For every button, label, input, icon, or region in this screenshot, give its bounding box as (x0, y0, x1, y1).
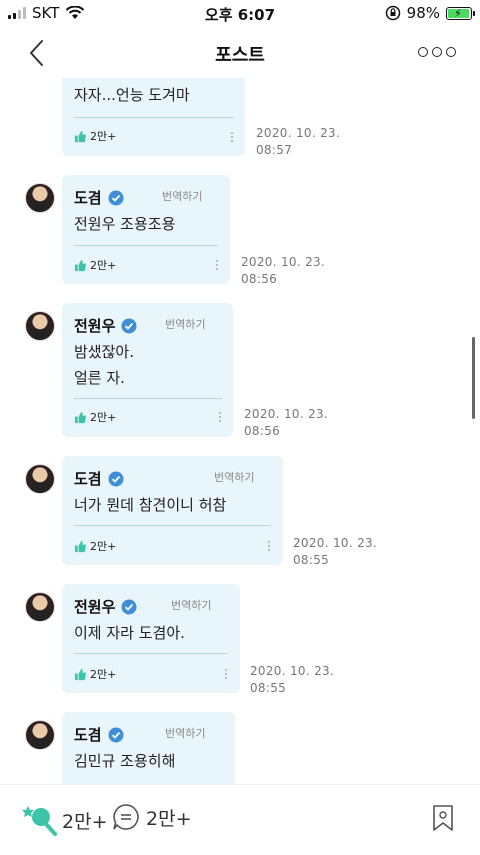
comment-text: 밤샜잖아. 얼른 자. (74, 339, 134, 391)
thumbs-up-icon (74, 540, 87, 552)
thumbs-up-icon (74, 411, 87, 423)
like-button[interactable]: 2만+ (74, 257, 116, 273)
comment-line: 밤샜잖아. (74, 343, 134, 361)
divider (74, 525, 271, 526)
comment-bubble: 자자...언능 도겨마 2만+ (62, 78, 245, 156)
author-name-text: 도겸 (74, 470, 102, 488)
scrollbar[interactable] (472, 337, 475, 419)
more-dot (418, 47, 428, 57)
comment-text: 자자...언능 도겨마 (74, 86, 190, 104)
more-options-button[interactable] (418, 47, 456, 57)
author-name-text: 전원우 (74, 317, 116, 335)
thumbs-up-icon (74, 130, 87, 142)
more-dot (432, 47, 442, 57)
like-button[interactable]: 2만+ (74, 666, 116, 682)
comment-timestamp: 2020. 10. 23. 08:55 (250, 663, 334, 697)
avatar[interactable] (25, 720, 55, 750)
like-count: 2만+ (90, 540, 117, 553)
comment-menu-button[interactable] (231, 132, 234, 144)
timestamp-time: 08:57 (256, 143, 293, 157)
author-name-text: 도겸 (74, 189, 102, 207)
battery-percent: 98% (406, 4, 440, 22)
like-button[interactable]: 2만+ (74, 538, 116, 554)
like-count: 2만+ (90, 259, 117, 272)
comment-menu-button[interactable] (216, 260, 219, 272)
author-name[interactable]: 도겸 (74, 468, 124, 489)
comment-text: 김민규 조용히해 (74, 752, 176, 770)
like-button[interactable]: 2만+ (74, 128, 116, 144)
timestamp-time: 08:56 (241, 272, 278, 286)
comment-line: 얼른 자. (74, 369, 125, 387)
more-dot (446, 47, 456, 57)
avatar[interactable] (25, 183, 55, 213)
like-count: 2만+ (90, 130, 117, 143)
light-stick-like-button[interactable]: 2만+ (22, 803, 108, 837)
verified-badge-icon (121, 318, 137, 333)
comment-menu-button[interactable] (219, 412, 222, 424)
translate-button[interactable]: 번역하기 (165, 316, 205, 332)
nav-bar: 포스트 (0, 28, 480, 78)
comment-text: 너가 뭔데 참견이니 허참 (74, 496, 227, 514)
divider (74, 398, 222, 399)
author-name[interactable]: 전원우 (74, 315, 137, 336)
comment-timestamp: 2020. 10. 23. 08:55 (293, 535, 377, 569)
avatar[interactable] (25, 464, 55, 494)
comment-count-button[interactable]: 2만+ (112, 803, 192, 831)
translate-button[interactable]: 번역하기 (162, 188, 202, 204)
post-like-count: 2만+ (62, 810, 108, 833)
orientation-lock-icon (385, 5, 400, 21)
timestamp-time: 08:56 (244, 424, 281, 438)
comment-bubble: 전원우 번역하기 이제 자라 도겸아. 2만+ (62, 584, 240, 693)
avatar[interactable] (25, 592, 55, 622)
comment-timestamp: 2020. 10. 23. 08:57 (256, 125, 340, 159)
timestamp-date: 2020. 10. 23. (241, 255, 326, 269)
bookmark-button[interactable] (432, 804, 454, 832)
author-name[interactable]: 도겸 (74, 724, 124, 745)
timestamp-date: 2020. 10. 23. (244, 407, 329, 421)
comment-bubble: 전원우 번역하기 밤샜잖아. 얼른 자. 2만+ (62, 303, 233, 437)
verified-badge-icon (121, 599, 137, 614)
like-count: 2만+ (90, 668, 117, 681)
author-name[interactable]: 전원우 (74, 596, 137, 617)
comment-text: 이제 자라 도겸아. (74, 624, 185, 642)
comment-menu-button[interactable] (225, 669, 228, 681)
bottom-action-bar: 2만+ 2만+ (0, 784, 480, 855)
divider (74, 245, 218, 246)
divider (74, 653, 228, 654)
verified-badge-icon (108, 471, 124, 486)
translate-button[interactable]: 번역하기 (165, 725, 205, 741)
comment-menu-button[interactable] (268, 541, 271, 553)
post-comment-count: 2만+ (146, 807, 192, 830)
timestamp-date: 2020. 10. 23. (293, 536, 378, 550)
verified-badge-icon (108, 727, 124, 742)
author-name[interactable]: 도겸 (74, 187, 124, 208)
translate-button[interactable]: 번역하기 (171, 597, 211, 613)
comment-timestamp: 2020. 10. 23. 08:56 (241, 254, 325, 288)
page-title: 포스트 (215, 45, 265, 66)
status-right: 98% ⚡ (385, 4, 475, 22)
light-stick-icon (22, 806, 57, 836)
avatar[interactable] (25, 311, 55, 341)
comment-icon (113, 804, 139, 830)
timestamp-date: 2020. 10. 23. (250, 664, 335, 678)
like-count: 2만+ (90, 411, 117, 424)
comment-text: 전원우 조용조용 (74, 215, 176, 233)
comment-bubble: 도겸 번역하기 김민규 조용히해 (62, 712, 235, 784)
translate-button[interactable]: 번역하기 (214, 469, 254, 485)
timestamp-date: 2020. 10. 23. (256, 126, 341, 140)
comment-timestamp: 2020. 10. 23. 08:56 (244, 406, 328, 440)
verified-badge-icon (108, 190, 124, 205)
timestamp-time: 08:55 (293, 553, 330, 567)
author-name-text: 도겸 (74, 726, 102, 744)
thumbs-up-icon (74, 259, 87, 271)
comment-bubble: 도겸 번역하기 전원우 조용조용 2만+ (62, 175, 230, 284)
comment-bubble: 도겸 번역하기 너가 뭔데 참견이니 허참 2만+ (62, 456, 283, 565)
like-button[interactable]: 2만+ (74, 409, 116, 425)
thumbs-up-icon (74, 668, 87, 680)
author-name-text: 전원우 (74, 598, 116, 616)
timestamp-time: 08:55 (250, 681, 287, 695)
divider (74, 117, 234, 118)
status-bar: SKT 오후 6:07 98% ⚡ (0, 0, 480, 28)
battery-icon: ⚡ (446, 6, 475, 20)
